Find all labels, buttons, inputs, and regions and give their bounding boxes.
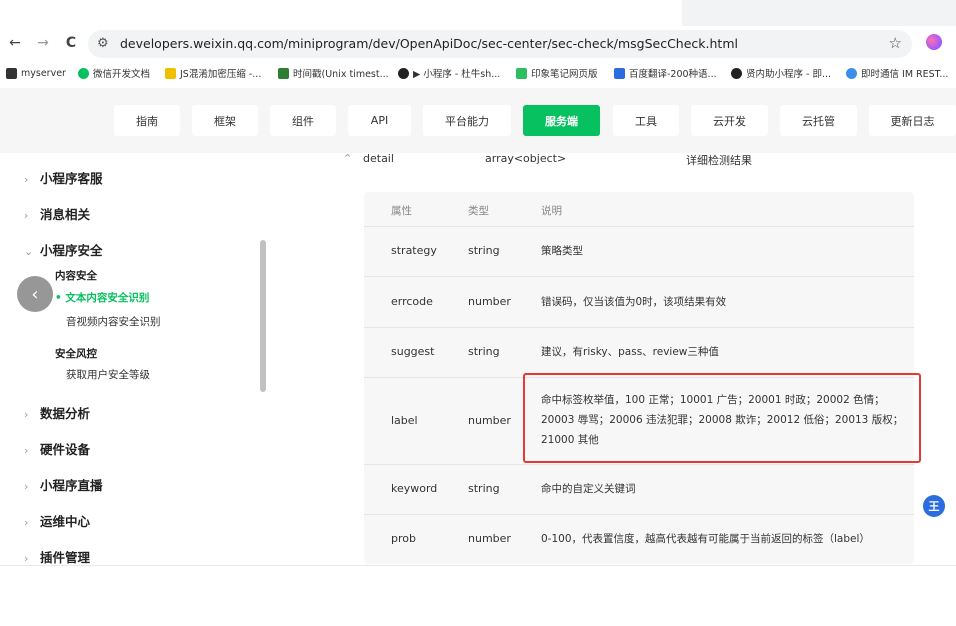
- sidebar-item-security[interactable]: ⌄ 小程序安全: [24, 240, 103, 259]
- table-row: errcode number 错误码，仅当该值为0时，该项结果有效: [364, 276, 914, 327]
- chevron-right-icon: ›: [24, 209, 29, 222]
- bookmark-item[interactable]: 微信开发文档: [78, 66, 150, 80]
- nav-server[interactable]: 服务端: [523, 105, 600, 136]
- chevron-left-icon[interactable]: ‹: [17, 276, 53, 312]
- nav-api[interactable]: API: [348, 105, 411, 136]
- sidebar-item-analytics[interactable]: › 数据分析: [24, 403, 90, 422]
- nav-changelog[interactable]: 更新日志: [869, 105, 956, 136]
- back-icon[interactable]: ←: [6, 34, 24, 52]
- bookmark-icon: [731, 67, 742, 79]
- table-row: prob number 0-100，代表置信度，越高代表越有可能属于当前返回的标…: [364, 514, 914, 564]
- sidebar-link-user-risk[interactable]: 获取用户安全等级: [66, 367, 150, 382]
- highlight-box: [523, 373, 921, 463]
- nav-tools[interactable]: 工具: [613, 105, 679, 136]
- nav-guide[interactable]: 指南: [114, 105, 180, 136]
- bookmark-icon: [6, 67, 17, 79]
- collapse-icon[interactable]: ⌃: [343, 152, 352, 165]
- cell-desc: 建议，有risky、pass、review三种值: [541, 346, 719, 358]
- bookmark-item[interactable]: 印象笔记网页版: [516, 66, 598, 80]
- detail-type: array<object>: [485, 152, 567, 165]
- sidebar-item-plugins[interactable]: › 插件管理: [24, 547, 90, 566]
- sidebar-link-media-check[interactable]: 音视频内容安全识别: [66, 314, 161, 329]
- cell-name: suggest: [391, 345, 435, 358]
- nav-framework[interactable]: 框架: [192, 105, 258, 136]
- tab-strip-bg: [682, 0, 956, 26]
- sidebar-group-content-security: 内容安全: [55, 270, 97, 282]
- url-field[interactable]: ⚙ developers.weixin.qq.com/miniprogram/d…: [88, 30, 912, 58]
- table-header: 属性 类型 说明: [364, 192, 914, 226]
- cell-name: prob: [391, 532, 416, 545]
- cell-type: string: [468, 345, 500, 358]
- sidebar-item-hardware[interactable]: › 硬件设备: [24, 439, 90, 458]
- cell-name: label: [391, 414, 418, 427]
- chevron-right-icon: ›: [24, 552, 29, 565]
- top-nav: 指南 框架 组件 API 平台能力 服务端 工具 云开发 云托管 更新日志: [0, 88, 956, 153]
- sidebar-item-customer-service[interactable]: › 小程序客服: [24, 168, 103, 187]
- sidebar-group-risk: 安全风控: [55, 348, 97, 360]
- tab-strip: [0, 0, 956, 26]
- chevron-right-icon: ›: [24, 444, 29, 457]
- cell-type: number: [468, 414, 511, 427]
- bookmark-item[interactable]: 百度翻译-200种语...: [614, 66, 717, 80]
- nav-components[interactable]: 组件: [270, 105, 336, 136]
- bookmark-item[interactable]: 即时通信 IM REST...: [846, 66, 948, 80]
- reload-icon[interactable]: C: [62, 34, 80, 52]
- bookmark-icon: [278, 67, 289, 79]
- sidebar-scrollbar[interactable]: [260, 240, 266, 392]
- bookmark-icon: [846, 67, 857, 79]
- nav-platform[interactable]: 平台能力: [423, 105, 511, 136]
- sidebar-item-live[interactable]: › 小程序直播: [24, 475, 103, 494]
- cell-type: string: [468, 482, 500, 495]
- table-row: keyword string 命中的自定义关键词: [364, 464, 914, 514]
- cell-name: strategy: [391, 244, 437, 257]
- cell-desc: 命中的自定义关键词: [541, 483, 636, 495]
- header-type: 类型: [468, 205, 489, 217]
- bookmark-item[interactable]: ▶ 小程序 - 杜牛sh...: [398, 66, 500, 80]
- nav-cloud-hosting[interactable]: 云托管: [780, 105, 857, 136]
- cell-type: number: [468, 532, 511, 545]
- cell-name: keyword: [391, 482, 438, 495]
- chevron-right-icon: ›: [24, 173, 29, 186]
- bookmark-icon: [516, 67, 527, 79]
- detail-name: detail: [363, 152, 394, 165]
- forward-icon[interactable]: →: [34, 34, 52, 52]
- site-info-icon[interactable]: ⚙: [97, 36, 109, 51]
- cell-desc: 策略类型: [541, 245, 583, 257]
- chevron-down-icon: ⌄: [24, 245, 34, 258]
- chevron-right-icon: ›: [24, 516, 29, 529]
- detail-desc: 详细检测结果: [686, 154, 752, 167]
- cell-type: string: [468, 244, 500, 257]
- assistant-icon[interactable]: 王: [923, 495, 945, 517]
- bottom-area: [0, 565, 956, 626]
- bookmark-icon: [165, 67, 176, 79]
- nav-cloud-dev[interactable]: 云开发: [691, 105, 768, 136]
- cell-desc: 0-100，代表置信度，越高代表越有可能属于当前返回的标签（label）: [541, 533, 870, 545]
- cell-name: errcode: [391, 295, 433, 308]
- cell-desc: 错误码，仅当该值为0时，该项结果有效: [541, 296, 727, 308]
- bookmark-item[interactable]: 时间戳(Unix timest...: [278, 66, 389, 80]
- bookmark-item[interactable]: 贤内助小程序 - 即...: [731, 66, 831, 80]
- cell-type: number: [468, 295, 511, 308]
- bookmark-item[interactable]: myserver: [6, 66, 66, 80]
- bookmark-icon: [614, 67, 625, 79]
- extension-icon[interactable]: [926, 34, 942, 50]
- url-text[interactable]: developers.weixin.qq.com/miniprogram/dev…: [120, 36, 738, 51]
- table-row: suggest string 建议，有risky、pass、review三种值: [364, 327, 914, 377]
- chevron-right-icon: ›: [24, 480, 29, 493]
- bookmark-icon: [398, 67, 409, 79]
- table-row: strategy string 策略类型: [364, 226, 914, 276]
- sidebar-item-messages[interactable]: › 消息相关: [24, 204, 90, 223]
- chevron-right-icon: ›: [24, 408, 29, 421]
- bookmark-item[interactable]: JS混淆加密压缩 -...: [165, 66, 261, 80]
- sidebar-item-ops[interactable]: › 运维中心: [24, 511, 90, 530]
- header-desc: 说明: [541, 205, 562, 217]
- sidebar-link-text-check[interactable]: • 文本内容安全识别: [55, 290, 149, 305]
- header-attr: 属性: [391, 205, 412, 217]
- bookmark-star-icon[interactable]: ☆: [889, 34, 902, 52]
- bookmark-icon: [78, 67, 89, 79]
- bookmarks-bar: myserver 微信开发文档 JS混淆加密压缩 -... 时间戳(Unix t…: [0, 62, 956, 84]
